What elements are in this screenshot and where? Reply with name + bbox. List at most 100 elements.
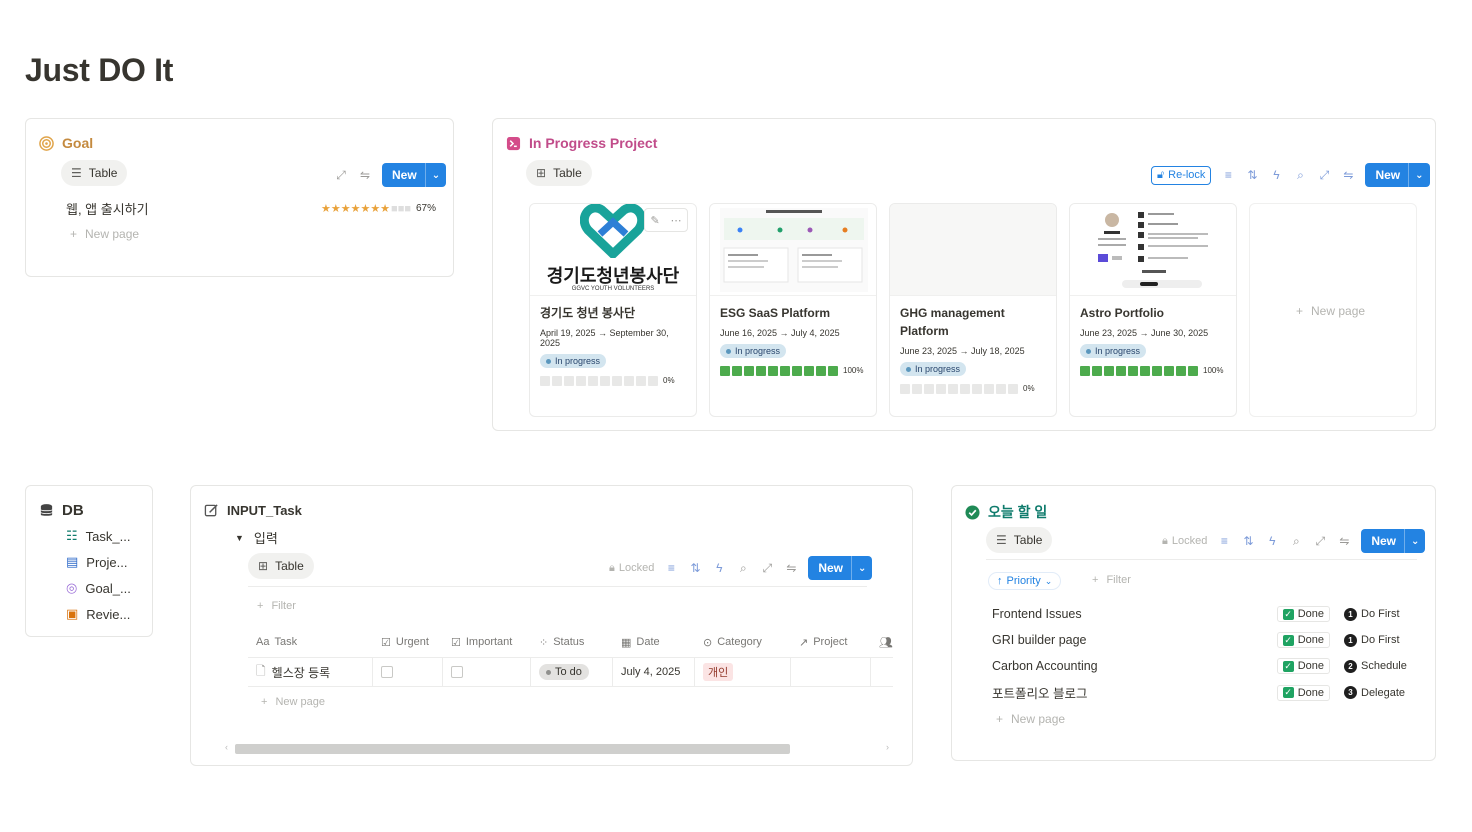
cover-subtext: GGVC YOUTH VOLUNTEERS xyxy=(571,286,655,292)
people-icon[interactable]: 👥︎ xyxy=(871,636,893,649)
check-icon: ✓ xyxy=(1282,660,1294,672)
card-actions[interactable]: ✎ ⋯ xyxy=(644,208,688,232)
new-page-button[interactable]: + New page xyxy=(70,227,139,241)
filter-icon[interactable]: ≡ xyxy=(1221,168,1235,182)
column-date[interactable]: ▦ Date xyxy=(613,636,695,649)
settings-icon[interactable]: ⇋ xyxy=(784,561,798,575)
table-header: Aa Task ☑ Urgent ☑ Important ⁘ Status ▦ Date … xyxy=(248,628,893,656)
expand-icon[interactable]: ⤢ xyxy=(334,168,348,182)
chevron-down-icon[interactable]: ⌄ xyxy=(1404,529,1425,553)
card-date: April 19, 2025 → September 30, 2025 xyxy=(540,328,669,348)
tab-table[interactable]: ☰ Table xyxy=(986,527,1053,553)
tab-table[interactable]: ☰ Table xyxy=(61,160,128,186)
list-item[interactable]: Frontend Issues ✓ Done 1 Do First xyxy=(992,606,1414,622)
status-badge[interactable]: To do xyxy=(539,664,589,680)
list-item[interactable]: Carbon Accounting ✓ Done 2 Schedule xyxy=(992,658,1414,674)
new-page-button[interactable]: + New page xyxy=(261,696,325,708)
goal-name: 웹, 앱 출시하기 xyxy=(66,202,149,217)
category-tag[interactable]: 개인 xyxy=(703,663,734,681)
new-page-card[interactable]: + New page xyxy=(1249,203,1417,417)
db-view: DB ☷ Task_... ▤ Proje... ◎ Goal_... ▣ Re… xyxy=(25,485,153,637)
progress-bar: 0% xyxy=(540,375,686,386)
table-row[interactable]: 웹, 앱 출시하기 ★★★★★★★ ■■■ 67% xyxy=(66,199,436,218)
chevron-down-icon[interactable]: ⌄ xyxy=(851,556,872,580)
today-title[interactable]: 오늘 할 일 xyxy=(988,502,1047,522)
list-item[interactable]: GRI builder page ✓ Done 1 Do First xyxy=(992,632,1414,648)
column-task[interactable]: Aa Task xyxy=(248,636,373,648)
chevron-down-icon[interactable]: ⌄ xyxy=(424,163,446,187)
column-urgent[interactable]: ☑ Urgent xyxy=(373,636,443,649)
new-button[interactable]: New ⌄ xyxy=(382,163,447,187)
toggle-block[interactable]: ▼ 입력 xyxy=(235,528,278,547)
db-item-project[interactable]: ▤ Proje... xyxy=(66,554,127,570)
db-item-goal[interactable]: ◎ Goal_... xyxy=(66,580,131,596)
locked-indicator[interactable]: 🔒︎ Locked xyxy=(609,562,654,575)
lock-icon: 🔒︎ xyxy=(1162,534,1168,547)
checkbox-icon: ☑ xyxy=(451,636,461,649)
list-item[interactable]: 포트폴리오 블로그 ✓ Done 3 Delegate xyxy=(992,683,1414,702)
filter-icon[interactable]: ≡ xyxy=(1217,534,1231,548)
scroll-right-icon[interactable]: › xyxy=(886,742,889,752)
sort-icon[interactable]: ⇅ xyxy=(1241,534,1255,548)
settings-icon[interactable]: ⇋ xyxy=(1341,168,1355,182)
triangle-down-icon[interactable]: ▼ xyxy=(235,533,244,543)
project-card[interactable]: ✎ ⋯ 경기도청년봉사단 GGVC YOUTH VOLUNTEERS 경기도 청년… xyxy=(529,203,697,417)
filter-button[interactable]: + Filter xyxy=(1092,574,1131,586)
important-checkbox[interactable] xyxy=(451,666,463,678)
input-task-title[interactable]: INPUT_Task xyxy=(227,503,302,518)
sort-icon[interactable]: ⇅ xyxy=(1245,168,1259,182)
projects-title[interactable]: In Progress Project xyxy=(529,135,657,151)
today-view: 오늘 할 일 ☰ Table 🔒︎ Locked ≡ ⇅ ϟ ⌕ ⤢ ⇋ New … xyxy=(951,485,1436,761)
column-project[interactable]: ↗ Project xyxy=(791,636,871,649)
new-button[interactable]: New ⌄ xyxy=(1365,163,1430,187)
lightning-icon[interactable]: ϟ xyxy=(712,561,726,575)
project-card[interactable]: ESG SaaS Platform June 16, 2025 → July 4… xyxy=(709,203,877,417)
column-important[interactable]: ☑ Important xyxy=(443,636,531,649)
project-cell[interactable] xyxy=(791,658,871,686)
expand-icon[interactable]: ⤢ xyxy=(1313,534,1327,548)
settings-icon[interactable]: ⇋ xyxy=(358,168,372,182)
goal-title[interactable]: Goal xyxy=(62,135,93,151)
new-button[interactable]: New ⌄ xyxy=(808,556,873,580)
expand-icon[interactable]: ⤢ xyxy=(760,561,774,575)
lightning-icon[interactable]: ϟ xyxy=(1269,168,1283,182)
sort-chip[interactable]: ↑ Priority ⌄ xyxy=(988,572,1062,590)
edit-icon[interactable]: ✎ xyxy=(650,214,659,227)
db-item-task[interactable]: ☷ Task_... xyxy=(66,528,130,544)
search-icon[interactable]: ⌕ xyxy=(736,561,750,575)
column-status[interactable]: ⁘ Status xyxy=(531,636,613,649)
relock-button[interactable]: 🔓︎ Re-lock xyxy=(1151,165,1212,185)
database-icon xyxy=(38,503,54,519)
input-task-view: INPUT_Task ▼ 입력 ⊞ Table 🔒︎ Locked ≡ ⇅ ϟ ⌕… xyxy=(190,485,913,766)
sort-icon[interactable]: ⇅ xyxy=(688,561,702,575)
settings-icon[interactable]: ⇋ xyxy=(1337,534,1351,548)
new-button[interactable]: New ⌄ xyxy=(1361,529,1426,553)
date-cell[interactable]: July 4, 2025 xyxy=(613,658,695,686)
chevron-down-icon[interactable]: ⌄ xyxy=(1408,163,1429,187)
lightning-icon[interactable]: ϟ xyxy=(1265,534,1279,548)
search-icon[interactable]: ⌕ xyxy=(1289,534,1303,548)
db-item-review[interactable]: ▣ Revie... xyxy=(66,606,130,622)
locked-indicator[interactable]: 🔒︎ Locked xyxy=(1162,535,1207,548)
expand-icon[interactable]: ⤢ xyxy=(1317,168,1331,182)
filter-button[interactable]: + Filter xyxy=(257,600,296,612)
project-card[interactable]: Astro Portfolio June 23, 2025 → June 30,… xyxy=(1069,203,1237,417)
cover-headline: 경기도청년봉사단 xyxy=(546,266,680,286)
tab-table[interactable]: ⊞ Table xyxy=(526,160,592,186)
search-icon[interactable]: ⌕ xyxy=(1293,168,1307,182)
filter-icon[interactable]: ≡ xyxy=(664,561,678,575)
gallery-icon: ⊞ xyxy=(536,166,547,180)
urgent-checkbox[interactable] xyxy=(381,666,393,678)
column-category[interactable]: ⊙ Category xyxy=(695,636,791,649)
table-row[interactable]: 🗋︎ 헬스장 등록 To do July 4, 2025 개인 xyxy=(248,657,893,687)
project-card[interactable]: GHG management Platform June 23, 2025 → … xyxy=(889,203,1057,417)
status-badge: In progress xyxy=(540,354,607,368)
more-icon[interactable]: ⋯ xyxy=(671,214,682,227)
tab-table[interactable]: ⊞ Table xyxy=(248,553,314,579)
people-cell[interactable] xyxy=(871,658,893,686)
card-title: Astro Portfolio xyxy=(1080,306,1164,320)
scroll-left-icon[interactable]: ‹ xyxy=(225,742,228,752)
new-page-button[interactable]: + New page xyxy=(996,712,1065,726)
horizontal-scrollbar[interactable] xyxy=(235,744,790,754)
db-title[interactable]: DB xyxy=(62,502,84,519)
